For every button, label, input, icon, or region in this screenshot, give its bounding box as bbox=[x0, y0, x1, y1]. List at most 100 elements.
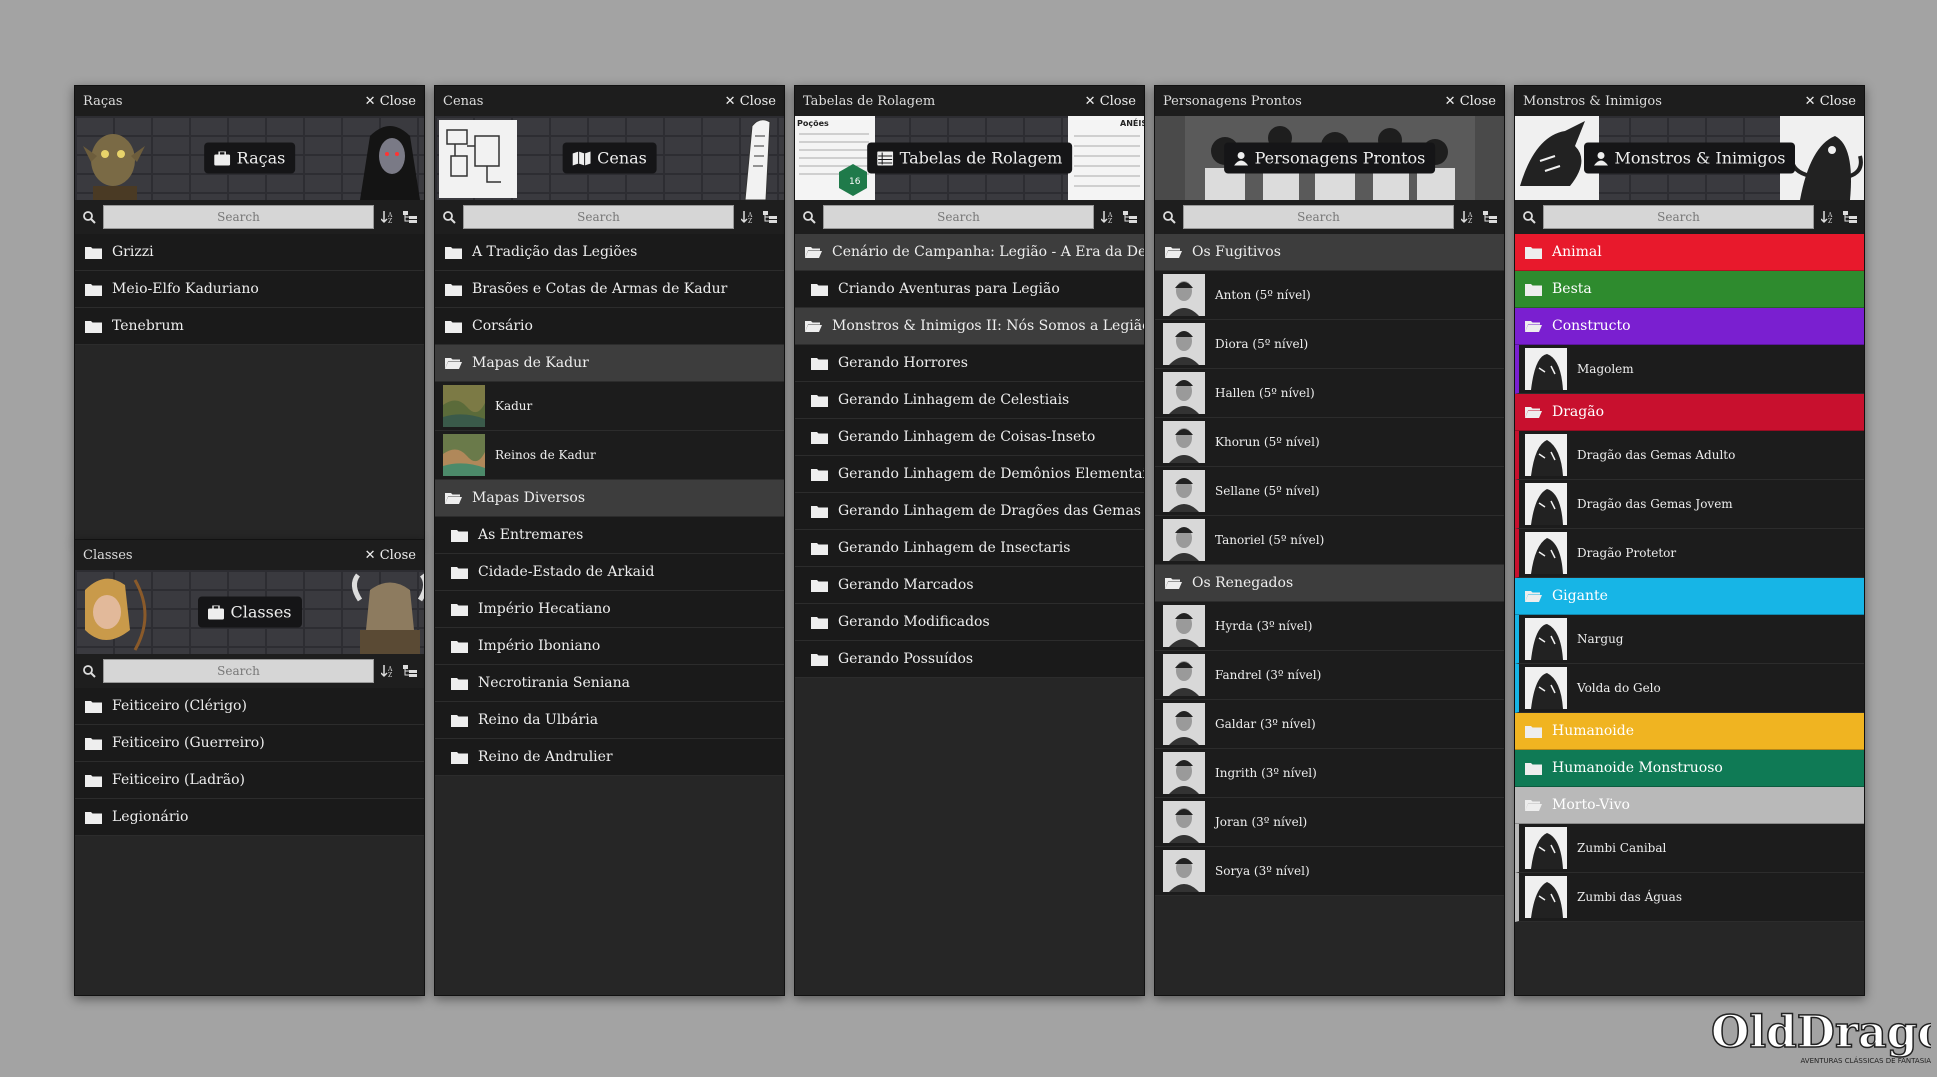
cenas-titlebar[interactable]: Cenas ✕ Close bbox=[435, 86, 784, 116]
category-row[interactable]: Constructo bbox=[1515, 308, 1864, 345]
tree-view-icon[interactable] bbox=[402, 663, 418, 679]
list-item[interactable]: Khorun (5º nível) bbox=[1155, 418, 1504, 467]
monstros-titlebar[interactable]: Monstros & Inimigos ✕ Close bbox=[1515, 86, 1864, 116]
folder-row[interactable]: Gerando Linhagem de Insectaris bbox=[795, 530, 1144, 567]
folder-row[interactable]: Brasões e Cotas de Armas de Kadur bbox=[435, 271, 784, 308]
list-item[interactable]: Joran (3º nível) bbox=[1155, 798, 1504, 847]
folder-row-open[interactable]: Os Fugitivos bbox=[1155, 234, 1504, 271]
sort-icon[interactable]: AZ bbox=[1820, 209, 1836, 225]
folder-row[interactable]: Cidade-Estado de Arkaid bbox=[435, 554, 784, 591]
folder-row[interactable]: Corsário bbox=[435, 308, 784, 345]
list-item[interactable]: Dragão Protetor bbox=[1515, 529, 1864, 578]
folder-row[interactable]: Feiticeiro (Clérigo) bbox=[75, 688, 424, 725]
search-input[interactable] bbox=[463, 205, 734, 229]
tree-view-icon[interactable] bbox=[1842, 209, 1858, 225]
list-item[interactable]: Sellane (5º nível) bbox=[1155, 467, 1504, 516]
folder-row[interactable]: Gerando Possuídos bbox=[795, 641, 1144, 678]
monster-thumbnail-icon bbox=[1525, 618, 1567, 660]
folder-row[interactable]: Feiticeiro (Ladrão) bbox=[75, 762, 424, 799]
search-input[interactable] bbox=[103, 205, 374, 229]
folder-row[interactable]: Legionário bbox=[75, 799, 424, 836]
folder-row[interactable]: Reino de Andrulier bbox=[435, 739, 784, 776]
folder-row[interactable]: Império Iboniano bbox=[435, 628, 784, 665]
folder-row[interactable]: Tenebrum bbox=[75, 308, 424, 345]
list-item[interactable]: Kadur bbox=[435, 382, 784, 431]
folder-row[interactable]: Gerando Linhagem de Coisas-Inseto bbox=[795, 419, 1144, 456]
item-label: Besta bbox=[1552, 281, 1592, 297]
folder-row[interactable]: Gerando Marcados bbox=[795, 567, 1144, 604]
folder-row-open[interactable]: Monstros & Inimigos II: Nós Somos a Legi… bbox=[795, 308, 1144, 345]
list-item[interactable]: Ingrith (3º nível) bbox=[1155, 749, 1504, 798]
folder-row[interactable]: Criando Aventuras para Legião bbox=[795, 271, 1144, 308]
sort-icon[interactable]: AZ bbox=[1460, 209, 1476, 225]
category-row[interactable]: Besta bbox=[1515, 271, 1864, 308]
list-item[interactable]: Hallen (5º nível) bbox=[1155, 369, 1504, 418]
folder-row[interactable]: As Entremares bbox=[435, 517, 784, 554]
list-item[interactable]: Diora (5º nível) bbox=[1155, 320, 1504, 369]
close-button[interactable]: ✕ Close bbox=[1805, 94, 1856, 109]
category-row[interactable]: Morto-Vivo bbox=[1515, 787, 1864, 824]
close-button[interactable]: ✕ Close bbox=[365, 548, 416, 563]
list-item[interactable]: Reinos de Kadur bbox=[435, 431, 784, 480]
list-item[interactable]: Magolem bbox=[1515, 345, 1864, 394]
racas-titlebar[interactable]: Raças ✕ Close bbox=[75, 86, 424, 116]
list-item[interactable]: Dragão das Gemas Jovem bbox=[1515, 480, 1864, 529]
list-item[interactable]: Galdar (3º nível) bbox=[1155, 700, 1504, 749]
close-button[interactable]: ✕ Close bbox=[725, 94, 776, 109]
category-row[interactable]: Gigante bbox=[1515, 578, 1864, 615]
search-input[interactable] bbox=[103, 659, 374, 683]
folder-row[interactable]: Necrotirania Seniana bbox=[435, 665, 784, 702]
classes-titlebar[interactable]: Classes ✕ Close bbox=[75, 540, 424, 570]
tree-view-icon[interactable] bbox=[762, 209, 778, 225]
list-item[interactable]: Tanoriel (5º nível) bbox=[1155, 516, 1504, 565]
search-input[interactable] bbox=[823, 205, 1094, 229]
tree-view-icon[interactable] bbox=[402, 209, 418, 225]
list-item[interactable]: Nargug bbox=[1515, 615, 1864, 664]
tree-view-icon[interactable] bbox=[1482, 209, 1498, 225]
list-item[interactable]: Fandrel (3º nível) bbox=[1155, 651, 1504, 700]
close-button[interactable]: ✕ Close bbox=[1445, 94, 1496, 109]
folder-row[interactable]: Gerando Linhagem de Celestiais bbox=[795, 382, 1144, 419]
folder-row[interactable]: Gerando Linhagem de Demônios Elementais bbox=[795, 456, 1144, 493]
list-item[interactable]: Hyrda (3º nível) bbox=[1155, 602, 1504, 651]
search-input[interactable] bbox=[1183, 205, 1454, 229]
folder-row-open[interactable]: Mapas Diversos bbox=[435, 480, 784, 517]
close-button[interactable]: ✕ Close bbox=[365, 94, 416, 109]
folder-row[interactable]: Gerando Horrores bbox=[795, 345, 1144, 382]
folder-row[interactable]: Grizzi bbox=[75, 234, 424, 271]
close-button[interactable]: ✕ Close bbox=[1085, 94, 1136, 109]
sort-icon[interactable]: AZ bbox=[740, 209, 756, 225]
folder-row[interactable]: Império Hecatiano bbox=[435, 591, 784, 628]
folder-row-open[interactable]: Cenário de Campanha: Legião - A Era da D… bbox=[795, 234, 1144, 271]
list-item[interactable]: Volda do Gelo bbox=[1515, 664, 1864, 713]
tree-view-icon[interactable] bbox=[1122, 209, 1138, 225]
folder-row[interactable]: Gerando Modificados bbox=[795, 604, 1144, 641]
category-row[interactable]: Humanoide Monstruoso bbox=[1515, 750, 1864, 787]
list-item[interactable]: Zumbi Canibal bbox=[1515, 824, 1864, 873]
category-row[interactable]: Animal bbox=[1515, 234, 1864, 271]
folder-row[interactable]: Reino da Ulbária bbox=[435, 702, 784, 739]
tabelas-titlebar[interactable]: Tabelas de Rolagem ✕ Close bbox=[795, 86, 1144, 116]
tabelas-banner-label: Tabelas de Rolagem bbox=[866, 142, 1073, 174]
character-portrait-icon bbox=[1163, 654, 1205, 696]
item-label: Gigante bbox=[1552, 588, 1608, 604]
personagens-titlebar[interactable]: Personagens Prontos ✕ Close bbox=[1155, 86, 1504, 116]
search-input[interactable] bbox=[1543, 205, 1814, 229]
list-item[interactable]: Zumbi das Águas bbox=[1515, 873, 1864, 922]
folder-row[interactable]: Gerando Linhagem de Dragões das Gemas bbox=[795, 493, 1144, 530]
dark-elf-portrait-icon bbox=[360, 126, 420, 200]
folder-row[interactable]: Meio-Elfo Kaduriano bbox=[75, 271, 424, 308]
category-row[interactable]: Humanoide bbox=[1515, 713, 1864, 750]
folder-open-icon bbox=[805, 320, 822, 332]
folder-row-open[interactable]: Os Renegados bbox=[1155, 565, 1504, 602]
list-item[interactable]: Dragão das Gemas Adulto bbox=[1515, 431, 1864, 480]
list-item[interactable]: Sorya (3º nível) bbox=[1155, 847, 1504, 896]
folder-row[interactable]: Feiticeiro (Guerreiro) bbox=[75, 725, 424, 762]
folder-row-open[interactable]: Mapas de Kadur bbox=[435, 345, 784, 382]
sort-icon[interactable]: AZ bbox=[1100, 209, 1116, 225]
category-row[interactable]: Dragão bbox=[1515, 394, 1864, 431]
sort-icon[interactable]: AZ bbox=[380, 663, 396, 679]
sort-icon[interactable]: AZ bbox=[380, 209, 396, 225]
folder-row[interactable]: A Tradição das Legiões bbox=[435, 234, 784, 271]
list-item[interactable]: Anton (5º nível) bbox=[1155, 271, 1504, 320]
